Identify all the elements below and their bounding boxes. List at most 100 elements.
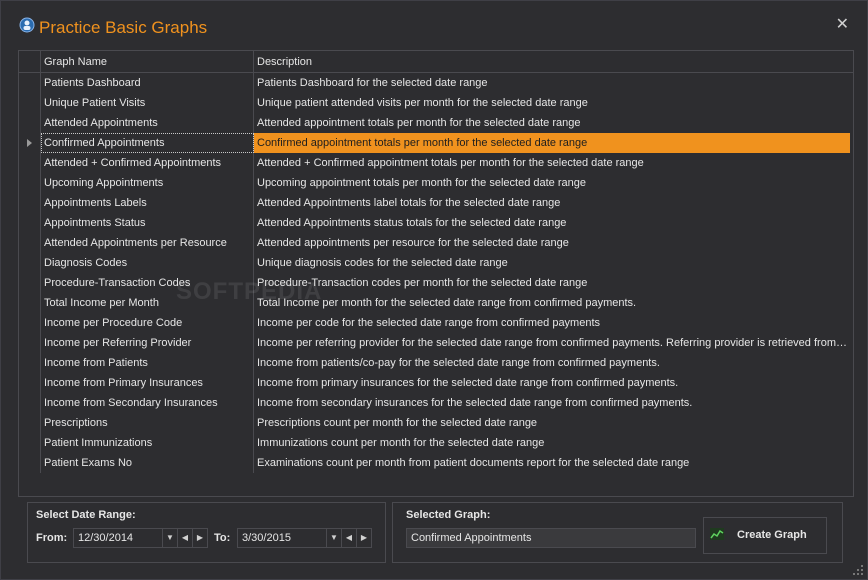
- table-row[interactable]: Total Income per Month Total Income per m…: [19, 293, 853, 313]
- row-indicator[interactable]: [19, 153, 41, 173]
- graph-name-cell[interactable]: Income per Referring Provider: [41, 333, 254, 353]
- to-date-field[interactable]: 3/30/2015 ▼ ◀ ▶: [237, 528, 372, 548]
- dropdown-icon[interactable]: ▼: [326, 529, 341, 547]
- row-indicator[interactable]: [19, 433, 41, 453]
- graph-name-cell[interactable]: Appointments Status: [41, 213, 254, 233]
- create-graph-button[interactable]: Create Graph: [703, 517, 827, 554]
- graph-name-cell[interactable]: Income from Patients: [41, 353, 254, 373]
- table-row[interactable]: Attended Appointments Attended appointmen…: [19, 113, 853, 133]
- graph-name-cell[interactable]: Confirmed Appointments: [41, 133, 254, 153]
- row-indicator[interactable]: [19, 73, 41, 93]
- grid-rows: Patients Dashboard Patients Dashboard for…: [19, 73, 853, 473]
- graph-name-cell[interactable]: Upcoming Appointments: [41, 173, 254, 193]
- description-cell[interactable]: Patients Dashboard for the selected date…: [254, 73, 850, 93]
- description-cell[interactable]: Attended Appointments status totals for …: [254, 213, 850, 233]
- table-row[interactable]: Upcoming Appointments Upcoming appointmen…: [19, 173, 853, 193]
- table-row[interactable]: Prescriptions Prescriptions count per mon…: [19, 413, 853, 433]
- dropdown-icon[interactable]: ▼: [162, 529, 177, 547]
- row-indicator[interactable]: [19, 393, 41, 413]
- row-indicator[interactable]: [19, 93, 41, 113]
- graph-name-cell[interactable]: Unique Patient Visits: [41, 93, 254, 113]
- to-date-value: 3/30/2015: [242, 532, 291, 544]
- prev-date-icon[interactable]: ◀: [177, 529, 192, 547]
- graph-name-cell[interactable]: Appointments Labels: [41, 193, 254, 213]
- table-row[interactable]: Confirmed Appointments Confirmed appointm…: [19, 133, 853, 153]
- graph-name-cell[interactable]: Income from Secondary Insurances: [41, 393, 254, 413]
- description-cell[interactable]: Attended appointment totals per month fo…: [254, 113, 850, 133]
- column-header-description[interactable]: Description: [254, 51, 853, 72]
- graph-name-cell[interactable]: Attended Appointments: [41, 113, 254, 133]
- graphs-grid: Graph Name Description Patients Dashboar…: [18, 50, 854, 497]
- row-indicator[interactable]: [19, 453, 41, 473]
- description-cell[interactable]: Immunizations count per month for the se…: [254, 433, 850, 453]
- graph-name-cell[interactable]: Patients Dashboard: [41, 73, 254, 93]
- row-indicator[interactable]: [19, 233, 41, 253]
- graph-name-cell[interactable]: Patient Immunizations: [41, 433, 254, 453]
- row-indicator[interactable]: [19, 373, 41, 393]
- graph-name-cell[interactable]: Patient Exams No: [41, 453, 254, 473]
- row-indicator[interactable]: [19, 313, 41, 333]
- row-indicator[interactable]: [19, 253, 41, 273]
- next-date-icon[interactable]: ▶: [192, 529, 207, 547]
- table-row[interactable]: Income per Referring Provider Income per …: [19, 333, 853, 353]
- row-indicator[interactable]: [19, 173, 41, 193]
- table-row[interactable]: Patient Exams No Examinations count per m…: [19, 453, 853, 473]
- graph-name-cell[interactable]: Attended Appointments per Resource: [41, 233, 254, 253]
- graph-name-cell[interactable]: Income from Primary Insurances: [41, 373, 254, 393]
- table-row[interactable]: Appointments Labels Attended Appointments…: [19, 193, 853, 213]
- table-row[interactable]: Procedure-Transaction Codes Procedure-Tra…: [19, 273, 853, 293]
- row-indicator[interactable]: [19, 353, 41, 373]
- description-cell[interactable]: Total Income per month for the selected …: [254, 293, 850, 313]
- graph-name-cell[interactable]: Income per Procedure Code: [41, 313, 254, 333]
- description-cell[interactable]: Prescriptions count per month for the se…: [254, 413, 850, 433]
- next-date-icon[interactable]: ▶: [356, 529, 371, 547]
- row-indicator[interactable]: [19, 193, 41, 213]
- description-cell[interactable]: Income per referring provider for the se…: [254, 333, 850, 353]
- table-row[interactable]: Attended + Confirmed Appointments Attende…: [19, 153, 853, 173]
- table-row[interactable]: Attended Appointments per Resource Attend…: [19, 233, 853, 253]
- prev-date-icon[interactable]: ◀: [341, 529, 356, 547]
- description-cell[interactable]: Income per code for the selected date ra…: [254, 313, 850, 333]
- to-label: To:: [214, 532, 231, 544]
- row-indicator[interactable]: [19, 113, 41, 133]
- row-indicator[interactable]: [19, 273, 41, 293]
- description-cell[interactable]: Unique patient attended visits per month…: [254, 93, 850, 113]
- description-cell[interactable]: Attended + Confirmed appointment totals …: [254, 153, 850, 173]
- description-cell[interactable]: Income from patients/co-pay for the sele…: [254, 353, 850, 373]
- table-row[interactable]: Income per Procedure Code Income per code…: [19, 313, 853, 333]
- row-indicator[interactable]: [19, 133, 41, 153]
- description-cell[interactable]: Confirmed appointment totals per month f…: [254, 133, 850, 153]
- row-indicator[interactable]: [19, 213, 41, 233]
- row-indicator[interactable]: [19, 293, 41, 313]
- table-row[interactable]: Patients Dashboard Patients Dashboard for…: [19, 73, 853, 93]
- table-row[interactable]: Appointments Status Attended Appointments…: [19, 213, 853, 233]
- row-indicator[interactable]: [19, 413, 41, 433]
- description-cell[interactable]: Income from secondary insurances for the…: [254, 393, 850, 413]
- description-cell[interactable]: Attended Appointments label totals for t…: [254, 193, 850, 213]
- selected-graph-title: Selected Graph:: [406, 509, 491, 521]
- column-header-graph-name[interactable]: Graph Name: [41, 51, 254, 72]
- selected-graph-value: Confirmed Appointments: [411, 532, 532, 544]
- graph-name-cell[interactable]: Prescriptions: [41, 413, 254, 433]
- selected-graph-field[interactable]: Confirmed Appointments: [406, 528, 696, 548]
- close-icon[interactable]: ✕: [836, 17, 849, 33]
- description-cell[interactable]: Attended appointments per resource for t…: [254, 233, 850, 253]
- description-cell[interactable]: Unique diagnosis codes for the selected …: [254, 253, 850, 273]
- graph-name-cell[interactable]: Total Income per Month: [41, 293, 254, 313]
- resize-grip-icon[interactable]: [853, 565, 863, 575]
- table-row[interactable]: Income from Primary Insurances Income fro…: [19, 373, 853, 393]
- description-cell[interactable]: Income from primary insurances for the s…: [254, 373, 850, 393]
- table-row[interactable]: Patient Immunizations Immunizations count…: [19, 433, 853, 453]
- description-cell[interactable]: Procedure-Transaction codes per month fo…: [254, 273, 850, 293]
- graph-name-cell[interactable]: Attended + Confirmed Appointments: [41, 153, 254, 173]
- row-indicator[interactable]: [19, 333, 41, 353]
- table-row[interactable]: Diagnosis Codes Unique diagnosis codes fo…: [19, 253, 853, 273]
- table-row[interactable]: Income from Patients Income from patients…: [19, 353, 853, 373]
- table-row[interactable]: Unique Patient Visits Unique patient atte…: [19, 93, 853, 113]
- description-cell[interactable]: Upcoming appointment totals per month fo…: [254, 173, 850, 193]
- table-row[interactable]: Income from Secondary Insurances Income f…: [19, 393, 853, 413]
- from-date-field[interactable]: 12/30/2014 ▼ ◀ ▶: [73, 528, 208, 548]
- graph-name-cell[interactable]: Procedure-Transaction Codes: [41, 273, 254, 293]
- graph-name-cell[interactable]: Diagnosis Codes: [41, 253, 254, 273]
- description-cell[interactable]: Examinations count per month from patien…: [254, 453, 850, 473]
